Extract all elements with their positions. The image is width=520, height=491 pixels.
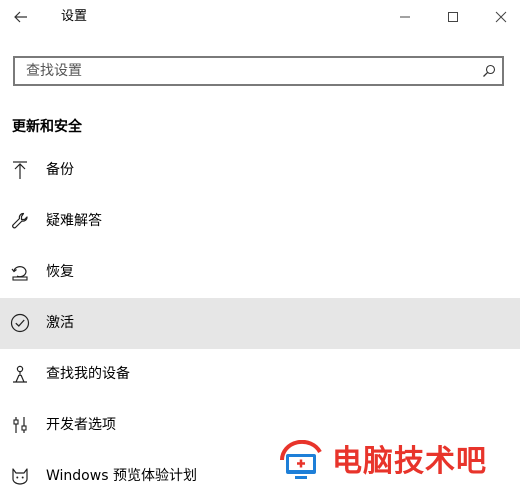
search-icon[interactable] — [481, 63, 497, 79]
nav-item-label: 激活 — [46, 315, 74, 331]
back-arrow-icon — [14, 11, 27, 23]
nav-item-recovery[interactable]: 恢复 — [0, 247, 520, 298]
nav-item-find-device[interactable]: 查找我的设备 — [0, 349, 520, 400]
title-bar: 设置 — [0, 0, 520, 34]
close-button[interactable] — [489, 5, 513, 29]
section-heading: 更新和安全 — [12, 119, 82, 135]
nav-item-label: 查找我的设备 — [46, 366, 130, 382]
developer-options-icon — [9, 414, 31, 436]
nav-item-label: Windows 预览体验计划 — [46, 468, 197, 484]
nav-item-label: 恢复 — [46, 264, 74, 280]
search-box[interactable] — [13, 56, 504, 86]
watermark-emblem-icon — [279, 440, 322, 479]
nav-item-label: 疑难解答 — [46, 213, 102, 229]
back-button[interactable] — [9, 5, 33, 29]
close-icon — [495, 11, 507, 23]
maximize-button[interactable] — [441, 5, 465, 29]
nav-item-activation[interactable]: 激活 — [0, 298, 520, 349]
watermark-text: 电脑技术吧 — [332, 444, 487, 479]
minimize-icon — [400, 16, 410, 18]
window-title: 设置 — [61, 9, 88, 24]
wrench-icon — [9, 210, 31, 232]
maximize-icon — [448, 12, 458, 22]
nav-item-troubleshoot[interactable]: 疑难解答 — [0, 196, 520, 247]
nav-item-label: 备份 — [46, 162, 74, 178]
nav-item-backup[interactable]: 备份 — [0, 145, 520, 196]
minimize-button[interactable] — [393, 5, 417, 29]
watermark-logo: 电脑技术吧 — [278, 438, 514, 486]
search-input[interactable] — [15, 58, 470, 84]
insider-cat-icon — [9, 465, 31, 487]
check-circle-icon — [9, 312, 31, 334]
recovery-icon — [9, 261, 31, 283]
backup-arrow-icon — [9, 159, 31, 181]
nav-item-label: 开发者选项 — [46, 417, 116, 433]
find-device-icon — [9, 363, 31, 385]
settings-window: 设置 更新和安全 — [0, 0, 520, 491]
